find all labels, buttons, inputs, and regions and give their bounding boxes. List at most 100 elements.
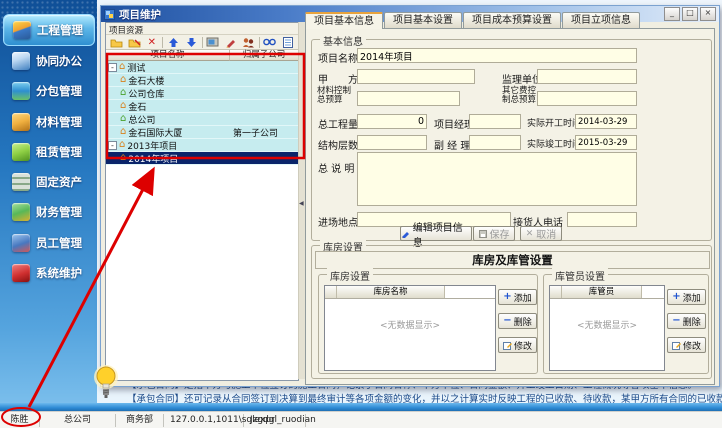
collapse-left-icon[interactable]: ◀ — [299, 200, 304, 207]
sidebar-item-engineering[interactable]: 工程管理 — [3, 14, 95, 46]
column-header-project-name[interactable]: 项目名称 — [106, 50, 230, 61]
keeper-table[interactable]: 库管员 <无数据显示> — [549, 285, 665, 371]
sidebar-item-label: 协同办公 — [36, 53, 82, 69]
tree-row[interactable]: -⌂2013年项目 — [106, 139, 298, 152]
sidebar-item-system[interactable]: 系统维护 — [3, 259, 95, 287]
total-quantity-input[interactable] — [357, 114, 427, 129]
warehouse-section-header: 库房及库管设置 — [315, 251, 710, 269]
sidebar-item-leasing[interactable]: 租赁管理 — [3, 138, 95, 166]
cancel-button[interactable]: ✕ 取消 — [520, 226, 562, 241]
status-bar: 陈胜 总公司 商务部 127.0.0.1,1011\sqlexpr Jzgdgl… — [0, 411, 722, 428]
new-folder-button[interactable] — [109, 36, 124, 49]
users-button[interactable] — [241, 36, 256, 49]
tree-row[interactable]: ⌂总公司 — [106, 113, 298, 126]
keeper-modify-button[interactable]: 修改 — [667, 337, 706, 353]
toolbox-icon — [12, 264, 30, 282]
toolbar-separator — [259, 37, 260, 48]
tree-row[interactable]: ⌂金石 — [106, 100, 298, 113]
project-name-input[interactable] — [357, 48, 637, 63]
tree-row-label: 金石国际大厦 — [128, 126, 182, 139]
warehouse-node-icon: ⌂ — [120, 88, 126, 98]
tree-row[interactable]: ⌂金石国际大厦第一子公司 — [106, 126, 298, 139]
tree-rows: -⌂测试 ⌂金石大楼 ⌂公司仓库 ⌂金石 ⌂总公司 ⌂金石国际大厦第一子公司 -… — [106, 61, 298, 165]
warehouse-name-column-header[interactable]: 库房名称 — [337, 286, 445, 298]
sidebar-item-fixed-assets[interactable]: 固定资产 — [3, 168, 95, 196]
column-header-subcompany[interactable]: 归属子公司 — [230, 50, 298, 61]
description-textarea[interactable] — [357, 152, 637, 206]
deputy-manager-label: 副 经 理 — [434, 137, 470, 152]
modify-button-label: 修改 — [514, 339, 532, 352]
sidebar-item-collaboration[interactable]: 协同办公 — [3, 47, 95, 75]
delete-button[interactable]: ✕ — [144, 36, 159, 49]
view-button[interactable] — [205, 36, 220, 49]
warehouse-add-button[interactable]: +添加 — [498, 289, 537, 305]
remove-button-label: 删除 — [514, 315, 532, 328]
material-budget-input[interactable] — [357, 91, 460, 106]
sidebar-item-subcontract[interactable]: 分包管理 — [3, 77, 95, 105]
tree-row-label: 测试 — [127, 61, 145, 74]
report-button[interactable] — [280, 36, 295, 49]
tree-row[interactable]: -⌂测试 — [106, 61, 298, 74]
sidebar-item-label: 分包管理 — [36, 83, 82, 99]
warehouse-table[interactable]: 库房名称 <无数据显示> — [324, 285, 496, 371]
status-database: Jzgdgl_ruodian — [244, 414, 306, 427]
receiver-phone-input[interactable] — [567, 212, 637, 227]
structure-floors-input[interactable] — [357, 135, 427, 150]
modify-pad-icon — [672, 341, 681, 350]
move-down-button[interactable] — [184, 36, 199, 49]
tree-row-selected[interactable]: ⌂2014年项目 — [106, 152, 298, 165]
sidebar-item-materials[interactable]: 材料管理 — [3, 108, 95, 136]
save-icon — [479, 230, 487, 238]
tab-basic-info[interactable]: 项目基本信息 — [305, 12, 383, 29]
sidebar-item-finance[interactable]: 财务管理 — [3, 198, 95, 226]
actual-end-label: 实际竣工时间 — [527, 137, 581, 150]
keeper-add-button[interactable]: +添加 — [667, 289, 706, 305]
actual-start-input[interactable] — [575, 114, 637, 129]
find-button[interactable] — [263, 36, 278, 49]
sidebar-item-employees[interactable]: 员工管理 — [3, 229, 95, 257]
collapse-expander-icon[interactable]: - — [108, 141, 117, 150]
rename-folder-button[interactable] — [127, 36, 142, 49]
tree-row[interactable]: ⌂金石大楼 — [106, 74, 298, 87]
save-button[interactable]: 保存 — [473, 226, 515, 241]
material-box-icon — [12, 113, 30, 131]
actual-start-label: 实际开工时间 — [527, 116, 581, 129]
tree-row[interactable]: ⌂公司仓库 — [106, 87, 298, 100]
status-filler — [306, 414, 722, 427]
toolbar-separator — [202, 37, 203, 48]
deputy-manager-input[interactable] — [469, 135, 521, 150]
pen-button[interactable] — [223, 36, 238, 49]
blue-pen-icon — [401, 229, 410, 238]
party-a-input[interactable] — [357, 69, 475, 84]
tree-row-label: 金石 — [128, 100, 146, 113]
dialog-app-icon — [104, 9, 115, 20]
supervisor-input[interactable] — [537, 69, 637, 84]
project-node-icon: ⌂ — [119, 140, 125, 150]
cancel-button-label: 取消 — [536, 226, 556, 241]
tab-project-approval-info[interactable]: 项目立项信息 — [562, 12, 640, 29]
edit-project-button[interactable]: 编辑项目信息 — [400, 226, 472, 241]
minus-icon: − — [672, 316, 680, 326]
tree-row-label: 2014年项目 — [128, 152, 178, 165]
tab-content: 基本信息 项目名称* 甲 方 监理单位 材料控制总预算 其它费控制总预算 总工程… — [305, 28, 715, 385]
folder-edit-icon — [128, 37, 141, 48]
keeper-remove-button[interactable]: −删除 — [667, 313, 706, 329]
project-maintenance-dialog: 项目维护 _ □ × 项目资源 ✕ — [100, 5, 720, 387]
modify-pad-icon — [503, 341, 512, 350]
tree-row-subcompany: 第一子公司 — [233, 126, 278, 139]
keeper-column-header[interactable]: 库管员 — [562, 286, 642, 298]
tab-cost-budget-settings[interactable]: 项目成本预算设置 — [463, 12, 561, 29]
actual-end-input[interactable] — [575, 135, 637, 150]
warehouse-modify-button[interactable]: 修改 — [498, 337, 537, 353]
other-budget-input[interactable] — [537, 91, 637, 106]
sidebar-item-label: 材料管理 — [36, 114, 82, 130]
project-manager-input[interactable] — [469, 114, 521, 129]
tab-basic-settings[interactable]: 项目基本设置 — [384, 12, 462, 29]
cancel-x-icon: ✕ — [526, 229, 534, 239]
no-data-text: <无数据显示> — [550, 318, 664, 331]
move-up-button[interactable] — [166, 36, 181, 49]
sidebar-item-label: 固定资产 — [36, 174, 82, 190]
tip-lightbulb-icon — [93, 363, 119, 407]
collapse-expander-icon[interactable]: - — [108, 63, 117, 72]
warehouse-remove-button[interactable]: −删除 — [498, 313, 537, 329]
